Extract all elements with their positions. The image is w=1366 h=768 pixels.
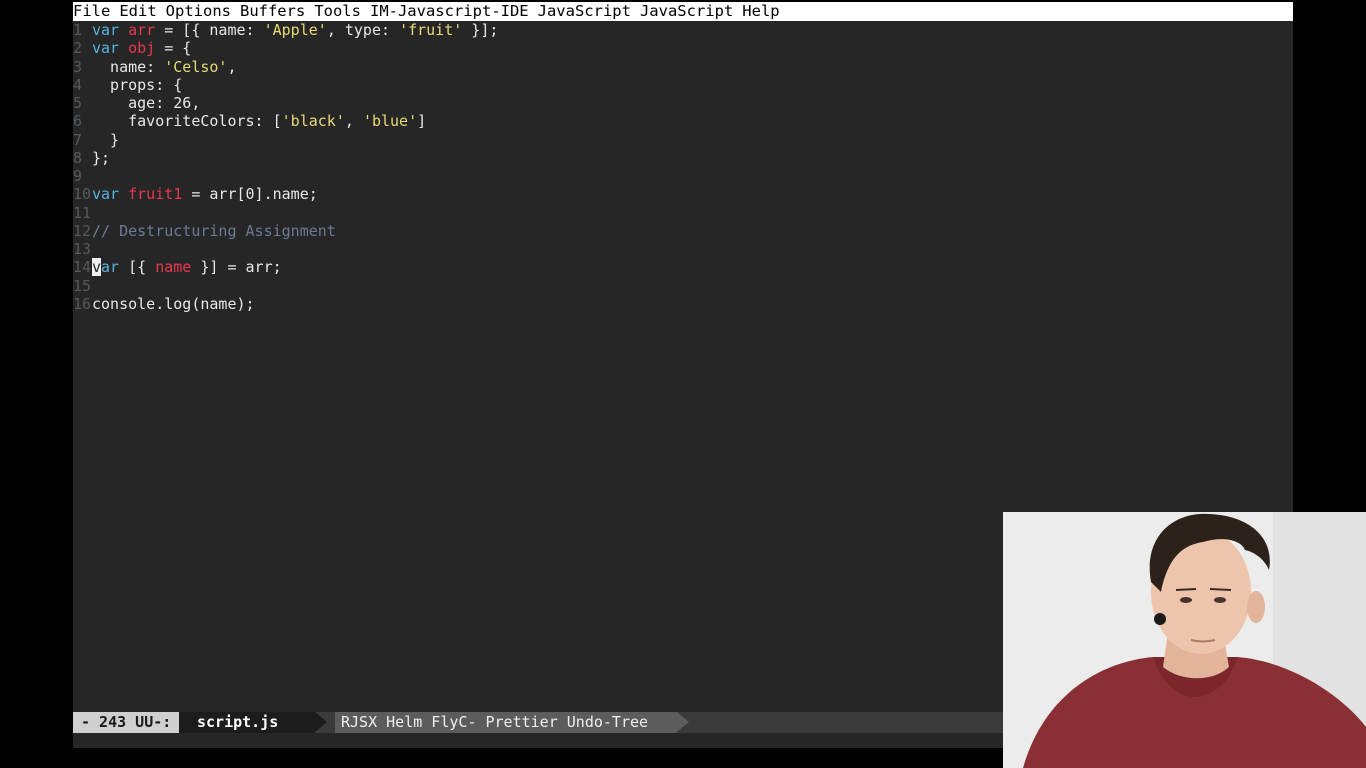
code-token-keyword: var (92, 185, 120, 204)
menu-item-options[interactable]: Options (166, 2, 231, 21)
code-token-plain: } (92, 130, 120, 149)
code-token-plain: ] (417, 112, 427, 131)
line-number: 7 (73, 130, 83, 149)
code-token-plain: , (227, 57, 237, 76)
code-token-string: 'blue' (362, 112, 418, 131)
line-number: 13 (73, 240, 92, 258)
code-token-plain: = { (155, 39, 192, 58)
code-line[interactable]: 3 name: 'Celso', (73, 58, 237, 76)
line-number: 16 (73, 294, 92, 313)
code-token-plain: [{ (119, 258, 156, 277)
code-token-plain: , type: (326, 21, 400, 39)
modeline-buffer-state: - 243 UU-: (73, 712, 179, 733)
line-number: 5 (73, 94, 83, 112)
line-number: 10 (73, 185, 92, 204)
menu-item-edit[interactable]: Edit (119, 2, 156, 21)
code-token-varname: fruit1 (128, 185, 183, 204)
modeline-buffer-name[interactable]: script.js (179, 712, 315, 733)
code-line[interactable]: 6 favoriteColors: ['black', 'blue'] (73, 112, 426, 130)
code-line[interactable]: 12// Destructuring Assignment (73, 222, 336, 240)
code-token-plain: name: (92, 57, 165, 76)
menu-bar: File Edit Options Buffers Tools IM-Javascript… (73, 2, 1293, 21)
code-token-plain: }]; (462, 21, 499, 39)
code-token-plain: props: { (92, 75, 183, 94)
line-number: 4 (73, 75, 83, 94)
code-token-keyword: var (92, 21, 120, 39)
line-number: 9 (73, 167, 83, 185)
menu-item-buffers[interactable]: Buffers (240, 2, 305, 21)
code-token-plain: favoriteColors: [ (92, 112, 282, 131)
code-token-varname: obj (128, 39, 156, 58)
code-token-plain: age: 26, (92, 94, 201, 112)
line-number: 2 (73, 39, 83, 58)
code-token-string: 'fruit' (399, 21, 463, 39)
code-token-string: 'black' (281, 112, 345, 131)
line-number: 8 (73, 148, 83, 167)
text-cursor: v (92, 258, 102, 277)
line-number: 11 (73, 203, 92, 222)
person-video-icon (1003, 512, 1366, 768)
code-line[interactable]: 9 (73, 167, 92, 185)
code-line[interactable]: 14var [{ name }] = arr; (73, 258, 282, 277)
code-token-comment: // Destructuring Assignment (92, 221, 336, 240)
code-token-plain: , (344, 112, 363, 131)
code-line[interactable]: 13 (73, 240, 92, 258)
modeline-minor-modes[interactable]: RJSX Helm FlyC- Prettier Undo-Tree (335, 712, 677, 733)
code-token-varname: name (155, 258, 192, 277)
code-line[interactable]: 15 (73, 277, 92, 295)
line-number: 12 (73, 221, 92, 240)
menu-item-im-javascript-ide[interactable]: IM-Javascript-IDE (370, 2, 529, 21)
menu-item-javascript[interactable]: JavaScript (538, 2, 631, 21)
code-line[interactable]: 2 var obj = { (73, 39, 191, 57)
modeline-separator-arrow (315, 712, 327, 732)
code-token-plain: }] = arr; (191, 258, 282, 277)
code-line[interactable]: 11 (73, 204, 92, 222)
code-line[interactable]: 7 } (73, 131, 119, 149)
code-line[interactable]: 16console.log(name); (73, 295, 255, 313)
menu-item-file[interactable]: File (73, 2, 110, 21)
code-token-plain: = [{ name: (155, 21, 264, 39)
code-line[interactable]: 10var fruit1 = arr[0].name; (73, 185, 318, 203)
line-number: 3 (73, 57, 83, 76)
code-line[interactable]: 8}; (73, 149, 110, 167)
code-line[interactable]: 5 age: 26, (73, 94, 200, 112)
line-number: 15 (73, 276, 92, 295)
code-line[interactable]: 4 props: { (73, 76, 182, 94)
code-token-string: 'Apple' (263, 21, 327, 39)
menu-item-tools[interactable]: Tools (314, 2, 361, 21)
line-number: 14 (73, 258, 92, 277)
line-number: 6 (73, 112, 83, 131)
menu-item-help[interactable]: Help (742, 2, 779, 21)
code-token-string: 'Celso' (164, 57, 228, 76)
code-token-plain: = arr[0].name; (182, 185, 318, 204)
code-token-varname: arr (128, 21, 156, 39)
line-number: 1 (73, 21, 83, 39)
modeline-end-arrow (677, 712, 689, 732)
code-line[interactable]: 1 var arr = [{ name: 'Apple', type: 'frui… (73, 21, 498, 39)
menu-item-javascript-2[interactable]: JavaScript (640, 2, 733, 21)
code-token-keyword: ar (101, 258, 120, 277)
code-token-keyword: var (92, 39, 120, 58)
webcam-overlay (1003, 512, 1366, 768)
code-token-plain: }; (92, 148, 111, 167)
code-token-plain: console.log(name); (92, 294, 255, 313)
